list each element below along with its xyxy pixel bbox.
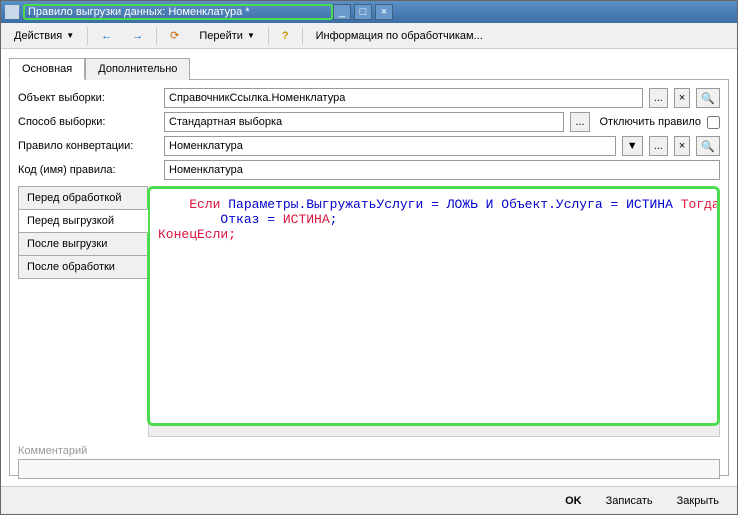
disable-rule-label: Отключить правило: [600, 116, 702, 128]
close-icon: ×: [381, 6, 387, 18]
conversion-rule-lookup[interactable]: 🔍: [696, 136, 720, 156]
goto-menu[interactable]: Перейти ▼: [192, 27, 262, 45]
minimize-button[interactable]: _: [333, 4, 351, 20]
actions-label: Действия: [14, 30, 62, 42]
window-icon: [5, 5, 19, 19]
save-button[interactable]: Записать: [596, 492, 663, 510]
maximize-icon: □: [360, 6, 367, 18]
selection-method-label: Способ выборки:: [18, 116, 158, 128]
code-deny: Отказ =: [220, 212, 282, 227]
row-selection-method: Способ выборки: ... Отключить правило: [18, 112, 720, 132]
row-selection-object: Объект выборки: ... × 🔍: [18, 88, 720, 108]
keyword-endif: КонецЕсли;: [158, 227, 236, 242]
code-area: Перед обработкой Перед выгрузкой После в…: [18, 186, 720, 426]
window-title: Правило выгрузки данных: Номенклатура *: [23, 4, 333, 20]
separator: [87, 27, 88, 45]
maximize-button[interactable]: □: [354, 4, 372, 20]
separator: [268, 27, 269, 45]
selection-object-lookup[interactable]: 🔍: [696, 88, 720, 108]
help-button[interactable]: ?: [275, 27, 296, 45]
actions-menu[interactable]: Действия ▼: [7, 27, 81, 45]
minimize-icon: _: [339, 6, 345, 18]
conversion-rule-label: Правило конвертации:: [18, 140, 158, 152]
chevron-down-icon: ▼: [247, 31, 255, 40]
separator: [302, 27, 303, 45]
tab-content: Объект выборки: ... × 🔍 Способ выборки: …: [9, 79, 729, 476]
separator: [156, 27, 157, 45]
comment-label: Комментарий: [18, 445, 720, 457]
side-tab-before-upload[interactable]: Перед выгрузкой: [18, 209, 148, 233]
code-condition: Параметры.ВыгружатьУслуги = ЛОЖЬ И Объек…: [220, 197, 680, 212]
code-semi: ;: [330, 212, 338, 227]
nav-fwd-button[interactable]: →: [125, 27, 150, 45]
selection-method-ellipsis[interactable]: ...: [570, 112, 589, 132]
ok-button[interactable]: OK: [555, 492, 592, 510]
keyword-if: Если: [189, 197, 220, 212]
toolbar: Действия ▼ ← → ⟳ Перейти ▼ ? Информация по…: [1, 23, 737, 49]
selection-object-label: Объект выборки:: [18, 92, 158, 104]
row-code-name: Код (имя) правила:: [18, 160, 720, 180]
tab-strip: Основная Дополнительно: [9, 57, 729, 79]
conversion-rule-ellipsis[interactable]: ...: [649, 136, 668, 156]
titlebar: Правило выгрузки данных: Номенклатура * …: [1, 1, 737, 23]
tab-extra[interactable]: Дополнительно: [85, 58, 190, 80]
comment-input[interactable]: [18, 459, 720, 479]
chevron-down-icon: ▼: [66, 31, 74, 40]
keyword-then: Тогда: [681, 197, 720, 212]
goto-label: Перейти: [199, 30, 243, 42]
side-tab-before-process[interactable]: Перед обработкой: [18, 186, 148, 210]
selection-object-ellipsis[interactable]: ...: [649, 88, 668, 108]
handlers-info-button[interactable]: Информация по обработчикам...: [309, 27, 490, 45]
keyword-true: ИСТИНА: [283, 212, 330, 227]
selection-method-input[interactable]: [164, 112, 564, 132]
selection-object-clear[interactable]: ×: [674, 88, 690, 108]
code-name-input[interactable]: [164, 160, 720, 180]
comment-section: Комментарий: [18, 445, 720, 479]
close-window-button[interactable]: Закрыть: [667, 492, 729, 510]
conversion-rule-input[interactable]: [164, 136, 616, 156]
conversion-rule-clear[interactable]: ×: [674, 136, 690, 156]
code-name-label: Код (имя) правила:: [18, 164, 158, 176]
body: Основная Дополнительно Объект выборки: .…: [1, 49, 737, 486]
tab-main[interactable]: Основная: [9, 58, 85, 80]
selection-object-input[interactable]: [164, 88, 643, 108]
nav-back-button[interactable]: ←: [94, 27, 119, 45]
side-tab-after-upload[interactable]: После выгрузки: [18, 232, 148, 256]
event-tabs: Перед обработкой Перед выгрузкой После в…: [18, 186, 148, 426]
conversion-rule-dropdown[interactable]: ▼: [622, 136, 643, 156]
code-indent: [158, 212, 220, 227]
close-button[interactable]: ×: [375, 4, 393, 20]
row-conversion-rule: Правило конвертации: ▼ ... × 🔍: [18, 136, 720, 156]
code-editor[interactable]: Если Параметры.ВыгружатьУслуги = ЛОЖЬ И …: [147, 186, 720, 426]
bottom-bar: OK Записать Закрыть: [1, 486, 737, 514]
main-window: Правило выгрузки данных: Номенклатура * …: [0, 0, 738, 515]
side-tab-after-process[interactable]: После обработки: [18, 255, 148, 279]
disable-rule-checkbox[interactable]: [707, 116, 720, 129]
refresh-button[interactable]: ⟳: [163, 26, 186, 45]
